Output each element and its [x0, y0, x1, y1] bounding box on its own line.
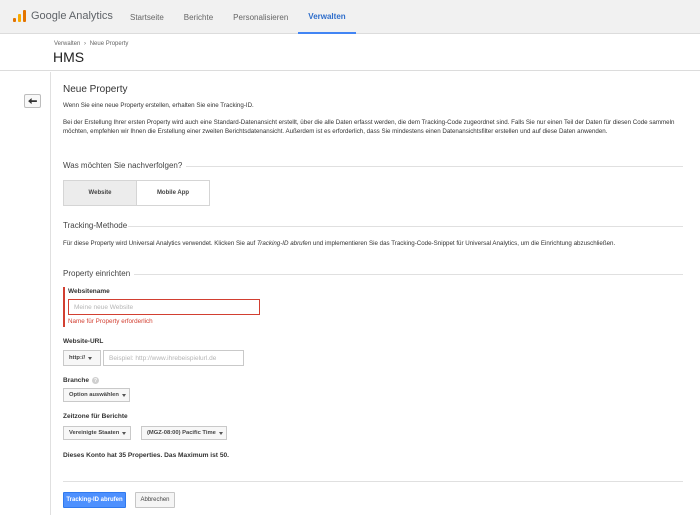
tracking-id-reference: Tracking-ID abrufen [256, 240, 312, 247]
setup-title: Property einrichten [63, 269, 131, 278]
logo-text: Google Analytics [31, 10, 113, 22]
google-analytics-logo[interactable]: Google Analytics [13, 10, 113, 22]
cancel-button[interactable]: Abbrechen [135, 492, 175, 508]
tracking-method-text-part2: und implementieren Sie das Tracking-Code… [311, 240, 616, 247]
divider [128, 226, 683, 227]
get-tracking-id-button[interactable]: Tracking-ID abrufen [63, 492, 126, 508]
industry-select[interactable]: Option auswählen [63, 388, 130, 402]
error-indicator [63, 287, 65, 327]
chevron-down-icon [122, 431, 127, 435]
industry-label-row: Branche? [63, 377, 100, 384]
left-rail [0, 72, 51, 515]
back-arrow-icon [28, 97, 37, 104]
nav-personalisieren[interactable]: Personalisieren [223, 0, 298, 34]
breadcrumb-current: Neue Property [89, 41, 129, 47]
timezone-country-select[interactable]: Vereinigte Staaten [63, 426, 131, 440]
chevron-down-icon [121, 393, 126, 397]
chevron-down-icon [218, 431, 223, 435]
page-header: Verwalten › Neue Property HMS [0, 35, 700, 71]
chevron-down-icon [88, 356, 93, 360]
website-name-input[interactable] [68, 299, 260, 315]
description-text: Bei der Erstellung Ihrer ersten Property… [63, 119, 675, 135]
website-name-label: Websitename [68, 288, 110, 295]
tab-website[interactable]: Website [64, 181, 137, 205]
website-url-label: Website-URL [63, 338, 104, 345]
industry-label: Branche [63, 377, 90, 384]
timezone-country-value: Vereinigte Staaten [69, 430, 120, 436]
track-question: Was möchten Sie nachverfolgen? [63, 161, 183, 170]
help-icon[interactable]: ? [92, 377, 100, 384]
tracking-method-text: Für diese Property wird Universal Analyt… [63, 239, 683, 248]
tracking-method-title: Tracking-Methode [63, 221, 128, 230]
account-property-note: Dieses Konto hat 35 Properties. Das Maxi… [63, 452, 229, 459]
back-button[interactable] [24, 94, 41, 108]
timezone-zone-value: (MGZ-08:00) Pacific Time [147, 430, 216, 436]
nav-verwalten[interactable]: Verwalten [298, 0, 356, 34]
industry-select-value: Option auswählen [69, 392, 119, 398]
timezone-zone-select[interactable]: (MGZ-08:00) Pacific Time [141, 426, 227, 440]
divider [134, 274, 683, 275]
intro-text: Wenn Sie eine neue Property erstellen, e… [63, 102, 254, 109]
breadcrumb-separator: › [84, 41, 87, 47]
section-heading: Neue Property [63, 84, 128, 95]
website-url-input[interactable] [103, 350, 244, 366]
analytics-logo-icon [13, 10, 27, 22]
track-type-tabs: Website Mobile App [63, 180, 210, 206]
tab-mobile-app[interactable]: Mobile App [137, 181, 209, 205]
nav-berichte[interactable]: Berichte [174, 0, 223, 34]
breadcrumb: Verwalten › Neue Property [54, 41, 130, 47]
tracking-method-text-part1: Für diese Property wird Universal Analyt… [63, 240, 257, 247]
footer-divider [63, 481, 683, 482]
url-protocol-value: http:// [69, 355, 86, 361]
breadcrumb-verwalten[interactable]: Verwalten [54, 41, 80, 47]
url-protocol-select[interactable]: http:// [63, 350, 101, 366]
nav-startseite[interactable]: Startseite [120, 0, 174, 34]
page-title: HMS [53, 49, 85, 65]
main-nav: Startseite Berichte Personalisieren Verw… [120, 0, 356, 34]
top-bar: Google Analytics Startseite Berichte Per… [0, 0, 700, 34]
timezone-label: Zeitzone für Berichte [63, 413, 128, 420]
website-name-error: Name für Property erforderlich [68, 318, 153, 325]
divider [186, 166, 683, 167]
